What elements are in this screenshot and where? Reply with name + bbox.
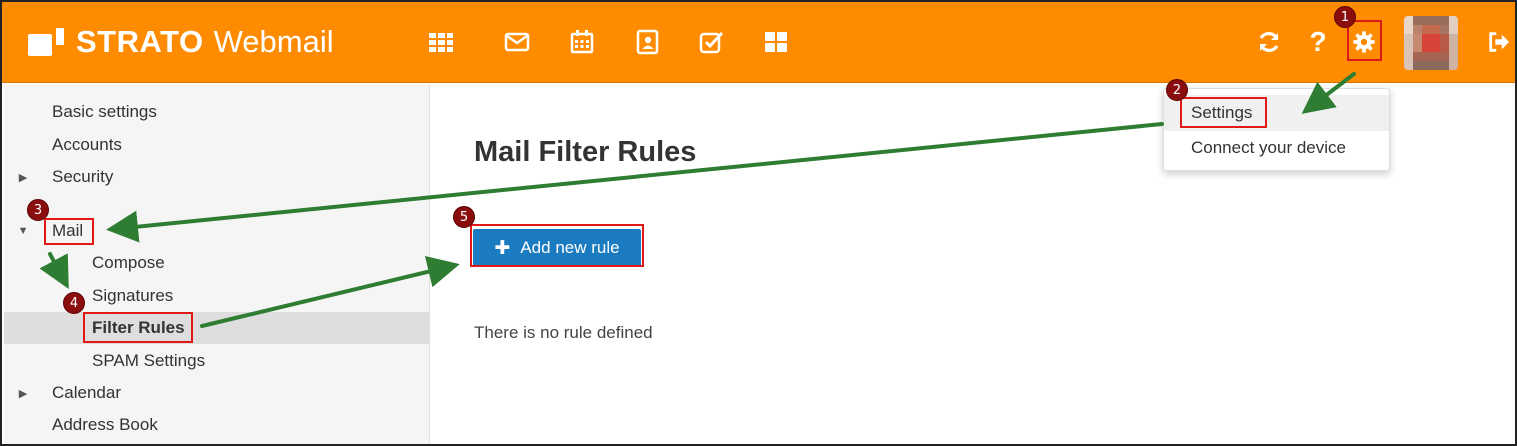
sidebar-item-label: SPAM Settings bbox=[92, 351, 206, 370]
caret-right-icon[interactable]: ▶ bbox=[18, 386, 28, 400]
strato-logo[interactable]: STRATO Webmail bbox=[28, 22, 334, 62]
step-badge-3: 3 bbox=[27, 199, 49, 221]
sidebar-item-accounts[interactable]: Accounts bbox=[4, 129, 429, 161]
refresh-icon[interactable] bbox=[1254, 26, 1284, 58]
sidebar-item-spam-settings[interactable]: SPAM Settings bbox=[4, 345, 429, 377]
tasks-icon[interactable] bbox=[698, 28, 726, 56]
menu-item-connect-device[interactable]: Connect your device bbox=[1164, 130, 1389, 166]
add-new-rule-label: Add new rule bbox=[520, 238, 620, 257]
sidebar-item-label: Calendar bbox=[52, 383, 121, 402]
step-badge-5: 5 bbox=[453, 206, 475, 228]
sidebar-item-compose[interactable]: Compose bbox=[4, 247, 429, 279]
contacts-icon[interactable] bbox=[633, 28, 661, 56]
menu-item-label: Connect your device bbox=[1191, 138, 1346, 157]
sidebar-item-label: Compose bbox=[92, 253, 165, 272]
page-title: Mail Filter Rules bbox=[474, 136, 697, 168]
strato-logo-mark bbox=[28, 28, 66, 56]
menu-item-label: Settings bbox=[1191, 103, 1253, 122]
mail-icon[interactable] bbox=[503, 28, 531, 56]
screenshot-frame: STRATO Webmail ? Basic settings Accounts… bbox=[0, 0, 1517, 446]
sidebar-item-address-book[interactable]: Address Book bbox=[4, 409, 429, 441]
step-badge-2: 2 bbox=[1166, 79, 1188, 101]
settings-dropdown-menu: Settings Connect your device bbox=[1163, 88, 1390, 171]
help-glyph: ? bbox=[1309, 26, 1327, 57]
sidebar-item-filter-rules[interactable]: Filter Rules bbox=[4, 312, 429, 344]
sidebar-item-label: Security bbox=[52, 167, 114, 186]
empty-state-message: There is no rule defined bbox=[474, 323, 653, 342]
sidebar-item-security[interactable]: ▶ Security bbox=[4, 161, 429, 193]
plus-icon: ✚ bbox=[494, 237, 511, 259]
apps-grid-icon[interactable] bbox=[427, 28, 455, 56]
sidebar-item-label: Mail bbox=[52, 221, 84, 240]
drive-icon[interactable] bbox=[762, 28, 790, 56]
sidebar-item-label: Accounts bbox=[52, 135, 122, 154]
step-badge-4: 4 bbox=[63, 292, 85, 314]
calendar-icon[interactable] bbox=[568, 28, 596, 56]
sidebar-item-label: Basic settings bbox=[52, 102, 157, 121]
help-icon[interactable]: ? bbox=[1303, 26, 1333, 58]
menu-item-settings[interactable]: Settings bbox=[1164, 95, 1389, 131]
user-avatar[interactable] bbox=[1404, 16, 1458, 70]
sidebar-item-calendar[interactable]: ▶ Calendar bbox=[4, 377, 429, 409]
top-bar: STRATO Webmail ? bbox=[2, 2, 1515, 83]
logout-icon[interactable] bbox=[1484, 26, 1514, 58]
sidebar-item-basic-settings[interactable]: Basic settings bbox=[4, 96, 429, 128]
sidebar-item-mail[interactable]: ▼ Mail bbox=[4, 215, 429, 247]
sidebar-item-label: Filter Rules bbox=[92, 318, 185, 337]
add-new-rule-button[interactable]: ✚ Add new rule bbox=[473, 229, 641, 267]
logo-product-text: Webmail bbox=[213, 24, 334, 59]
caret-right-icon[interactable]: ▶ bbox=[18, 170, 28, 184]
settings-sidebar: Basic settings Accounts ▶ Security ▼ Mai… bbox=[4, 84, 430, 444]
logo-brand-text: STRATO bbox=[76, 24, 204, 59]
caret-down-icon[interactable]: ▼ bbox=[18, 224, 29, 238]
settings-gear-icon[interactable] bbox=[1349, 26, 1379, 58]
sidebar-item-label: Signatures bbox=[92, 286, 174, 305]
sidebar-item-label: Address Book bbox=[52, 415, 158, 434]
step-badge-1: 1 bbox=[1334, 6, 1356, 28]
